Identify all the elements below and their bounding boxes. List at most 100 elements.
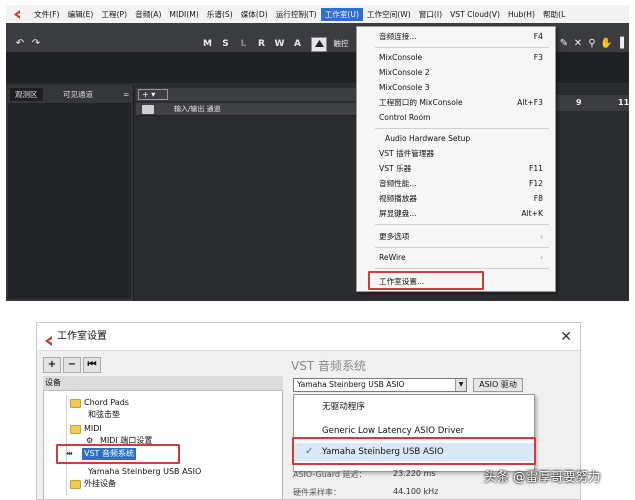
zone-menu-icon[interactable]: = xyxy=(118,88,134,101)
menu-hub[interactable]: Hub(H) xyxy=(504,9,539,20)
menu-item-more-options[interactable]: 更多选项 › xyxy=(357,229,555,244)
folder-icon xyxy=(70,425,81,434)
zoom-tool-icon[interactable]: ⚲ xyxy=(586,38,598,50)
dialog-title: 工作室设置 xyxy=(57,331,107,342)
menu-item-on-screen-keyboard[interactable]: 屏显键盘... Alt+K xyxy=(357,206,555,221)
menu-item-mixconsole[interactable]: MixConsole F3 xyxy=(357,50,555,65)
timeline-ruler[interactable]: 9 11 xyxy=(554,85,629,301)
menu-item-mixconsole-2[interactable]: MixConsole 2 xyxy=(357,65,555,80)
hand-tool-icon[interactable]: ✋ xyxy=(600,38,612,50)
menu-item-project-mixconsole[interactable]: 工程窗口的 MixConsole Alt+F3 xyxy=(357,95,555,110)
asio-guard-value: 23.220 ms xyxy=(393,469,436,478)
listen-button[interactable]: L xyxy=(238,38,249,50)
menu-separator xyxy=(375,128,549,129)
tree-item-chord-pads-sub[interactable]: 和弦击垫 xyxy=(88,409,120,421)
sample-rate-value: 44.100 kHz xyxy=(393,487,439,496)
device-list-header: 设备 xyxy=(43,376,283,390)
menu-studio[interactable]: 工作室(U) xyxy=(320,7,363,21)
redo-icon[interactable]: ↷ xyxy=(30,38,42,50)
track-list-header: + ▾ xyxy=(136,88,364,101)
track-name: 输入/输出 通道 xyxy=(174,105,221,113)
driver-dropdown-list: 无驱动程序 Generic Low Latency ASIO Driver ✓ … xyxy=(292,394,536,472)
close-icon[interactable]: ✕ xyxy=(560,323,572,351)
menu-item-audio-connections[interactable]: 音频连接... F4 xyxy=(357,29,555,44)
automation-mode-icon[interactable] xyxy=(311,37,327,52)
ruler-bar-11: 11 xyxy=(618,98,629,107)
dialog-titlebar: 工作室设置 ✕ xyxy=(37,323,580,351)
menu-separator xyxy=(375,268,549,269)
menu-separator xyxy=(375,224,549,225)
menu-separator xyxy=(375,247,549,248)
menu-workspaces[interactable]: 工作空间(W) xyxy=(363,8,415,21)
menu-item-rewire[interactable]: ReWire › xyxy=(357,250,555,265)
tree-item-yamaha-asio[interactable]: Yamaha Steinberg USB ASIO xyxy=(88,466,201,478)
add-track-button[interactable]: + ▾ xyxy=(138,89,168,100)
tab-visibility[interactable]: 可见通道 xyxy=(58,88,98,101)
menu-edit[interactable]: 编辑(E) xyxy=(63,8,97,21)
menu-item-mixconsole-3[interactable]: MixConsole 3 xyxy=(357,80,555,95)
remove-device-button[interactable]: − xyxy=(63,357,81,373)
track-list: + ▾ 输入/输出 通道 xyxy=(136,85,364,301)
driver-select-value: Yamaha Steinberg USB ASIO xyxy=(297,380,405,389)
folder-icon xyxy=(70,480,81,489)
menu-separator xyxy=(375,47,549,48)
mute-button[interactable]: M xyxy=(202,38,213,50)
menu-window[interactable]: 窗口(I) xyxy=(415,8,446,21)
menu-item-video-player[interactable]: 视频播放器 F8 xyxy=(357,191,555,206)
sample-rate-label: 硬件采样率： xyxy=(293,488,341,497)
reset-device-button[interactable]: ⏮ xyxy=(83,357,101,373)
erase-tool-icon[interactable]: ✕ xyxy=(572,38,584,50)
menu-item-audio-hardware-setup[interactable]: Audio Hardware Setup xyxy=(357,131,555,146)
asio-control-panel-button[interactable]: ASIO 驱动 xyxy=(473,378,523,392)
hardware-sample-rate: 硬件采样率： 44.100 kHz xyxy=(293,487,438,498)
pencil-tool-icon[interactable]: ✎ xyxy=(558,38,570,50)
cubase-logo-icon xyxy=(10,7,24,21)
automation-button[interactable]: A xyxy=(292,38,303,50)
inspector-body xyxy=(8,103,131,299)
tree-item-chord-pads[interactable]: Chord Pads xyxy=(84,397,129,409)
highlight-box-vst-audio xyxy=(56,444,180,464)
touch-mode-label[interactable]: 触控 xyxy=(329,38,353,50)
folder-icon xyxy=(70,399,81,408)
menu-project[interactable]: 工程(P) xyxy=(97,8,131,21)
undo-icon[interactable]: ↶ xyxy=(14,38,26,50)
write-button[interactable]: W xyxy=(274,38,285,50)
device-tree: Chord Pads 和弦击垫 MIDI ⚙ MIDI 端口设置 ⇹ VST 音… xyxy=(43,390,283,499)
folder-icon xyxy=(142,105,154,114)
device-toolbar: + − ⏮ xyxy=(43,357,101,373)
menu-bar: 文件(F) 编辑(E) 工程(P) 音频(A) MIDI(M) 乐谱(S) 媒体… xyxy=(6,5,629,23)
cubase-logo-icon xyxy=(43,331,55,346)
menu-media[interactable]: 媒体(D) xyxy=(237,8,272,21)
ruler-bar-9: 9 xyxy=(576,98,582,107)
menu-item-vst-instruments[interactable]: VST 乐器 F11 xyxy=(357,161,555,176)
read-button[interactable]: R xyxy=(256,38,267,50)
highlight-box-studio-setup xyxy=(368,271,484,290)
menu-vst-cloud[interactable]: VST Cloud(V) xyxy=(446,9,504,20)
watermark: 头条 @雷厚哥要努力 xyxy=(484,469,601,484)
menu-midi[interactable]: MIDI(M) xyxy=(165,9,202,20)
asio-guard-label: ASIO-Guard 延迟： xyxy=(293,470,367,479)
menu-item-vst-plugin-manager[interactable]: VST 插件管理器 xyxy=(357,146,555,161)
menu-item-audio-performance[interactable]: 音频性能... F12 xyxy=(357,176,555,191)
driver-option-none[interactable]: 无驱动程序 xyxy=(294,398,534,416)
menu-transport[interactable]: 运行控制(T) xyxy=(272,8,321,21)
menu-score[interactable]: 乐谱(S) xyxy=(203,8,237,21)
panel-title: VST 音频系统 xyxy=(291,359,366,373)
menu-help[interactable]: 帮助(L xyxy=(539,8,569,21)
menu-file[interactable]: 文件(F) xyxy=(30,8,63,21)
solo-button[interactable]: S xyxy=(220,38,231,50)
chevron-down-icon[interactable]: ▼ xyxy=(455,379,466,391)
tab-inspector[interactable]: 观测区 xyxy=(10,88,43,101)
add-device-button[interactable]: + xyxy=(43,357,61,373)
asio-driver-select[interactable]: Yamaha Steinberg USB ASIO ▼ xyxy=(293,378,467,392)
track-row[interactable]: 输入/输出 通道 xyxy=(136,103,364,116)
cubase-main-window: 文件(F) 编辑(E) 工程(P) 音频(A) MIDI(M) 乐谱(S) 媒体… xyxy=(6,5,629,301)
more-tools-icon[interactable]: ▐ xyxy=(614,38,626,50)
highlight-box-yamaha-driver xyxy=(292,437,536,465)
left-zone: 观测区 可见通道 = xyxy=(6,85,134,301)
tree-item-external-devices[interactable]: 外挂设备 xyxy=(84,478,116,490)
menu-item-control-room[interactable]: Control Room xyxy=(357,110,555,125)
studio-menu: 音频连接... F4 MixConsole F3 MixConsole 2 MixC… xyxy=(356,26,556,292)
menu-audio[interactable]: 音频(A) xyxy=(131,8,165,21)
tree-item-midi[interactable]: MIDI xyxy=(84,423,102,435)
